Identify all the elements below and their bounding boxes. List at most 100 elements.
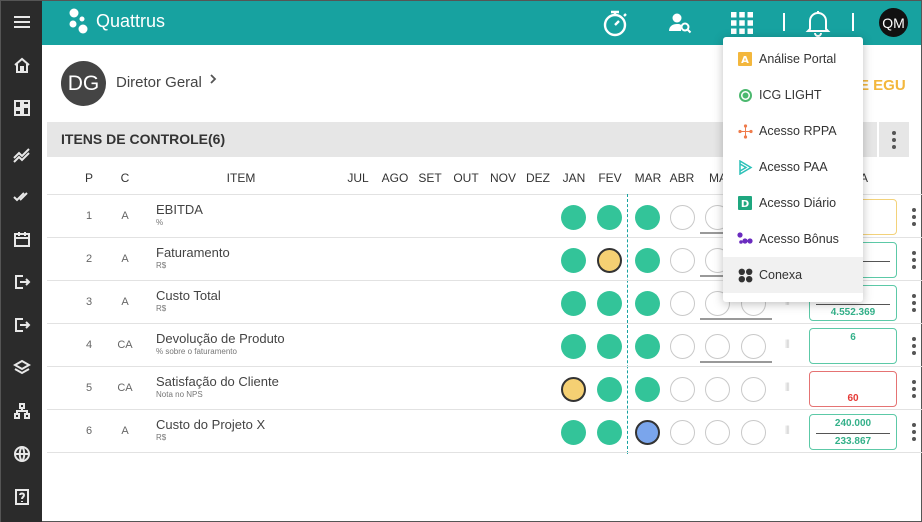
row-item-unit: R$ (156, 433, 167, 442)
row-priority: 6 (85, 424, 93, 437)
row-item-name[interactable]: Satisfação do Cliente (156, 374, 279, 389)
logout-icon[interactable] (1, 310, 42, 340)
status-dot-empty[interactable] (741, 419, 766, 445)
menu-item-acesso-rppa[interactable]: Acesso RPPA (723, 113, 863, 149)
section-more-options-icon[interactable] (879, 122, 909, 157)
col-header-month: MAR (634, 171, 662, 185)
col-header-month: FEV (598, 171, 622, 185)
chevron-right-icon[interactable] (208, 71, 218, 91)
status-dot-empty[interactable] (670, 290, 695, 316)
status-dot-fev[interactable] (597, 290, 622, 316)
row-priority: 5 (85, 381, 93, 394)
trend-chart-icon[interactable] (1, 139, 42, 169)
row-item-name[interactable]: Devolução de Produto (156, 331, 285, 346)
stopwatch-icon[interactable] (600, 1, 630, 45)
row-more-options-icon[interactable] (910, 207, 918, 226)
status-dot-fev[interactable] (597, 376, 622, 402)
row-more-options-icon[interactable] (910, 293, 918, 312)
row-more-options-icon[interactable] (910, 422, 918, 441)
row-priority: 3 (85, 295, 93, 308)
status-dot-fev[interactable] (597, 419, 622, 445)
row-item-name[interactable]: Custo Total (156, 288, 221, 303)
dashboard-icon[interactable] (1, 93, 42, 123)
attachment-icon[interactable]: ⦀ (785, 382, 790, 395)
status-dot-empty[interactable] (741, 333, 766, 359)
status-dot-empty[interactable] (670, 419, 695, 445)
menu-item-icg-light[interactable]: ICG LIGHT (723, 77, 863, 113)
divider (47, 452, 922, 453)
status-dot-empty[interactable] (670, 247, 695, 273)
help-icon[interactable] (1, 482, 42, 512)
menu-item-label: Conexa (759, 268, 803, 282)
exit-icon[interactable] (1, 267, 42, 297)
row-item-name[interactable]: EBITDA (156, 202, 203, 217)
double-check-icon[interactable] (1, 181, 42, 211)
actual-value: 60 (847, 393, 859, 404)
user-search-icon[interactable] (666, 1, 694, 45)
menu-item-acesso-bonus[interactable]: Acesso Bônus (723, 221, 863, 257)
status-dot-mar[interactable] (635, 204, 660, 230)
status-dot-empty[interactable] (705, 333, 730, 359)
status-dot-empty[interactable] (670, 376, 695, 402)
row-category: A (121, 252, 129, 265)
row-category: CA (117, 338, 133, 351)
target-box[interactable]: 60 (809, 371, 897, 407)
target-box[interactable]: 240.000 233.867 (809, 414, 897, 450)
status-dot-jan[interactable] (561, 247, 586, 273)
layers-icon[interactable] (1, 353, 42, 383)
header-right-label: E EGU (859, 77, 906, 94)
status-dot-mar[interactable] (635, 290, 660, 316)
status-dot-mar[interactable] (635, 333, 660, 359)
calendar-icon[interactable] (1, 224, 42, 254)
status-dot-empty[interactable] (670, 333, 695, 359)
menu-item-analise-portal[interactable]: A Análise Portal (723, 41, 863, 77)
status-dot-empty[interactable] (741, 376, 766, 402)
home-icon[interactable] (1, 50, 42, 80)
d-badge-icon: D (737, 195, 753, 211)
status-dot-mar[interactable] (635, 247, 660, 273)
attachment-icon[interactable]: ⦀ (785, 425, 790, 438)
status-dot-fev[interactable] (597, 204, 622, 230)
menu-item-conexa[interactable]: Conexa (723, 257, 863, 293)
section-title: ITENS DE CONTROLE(6) (61, 131, 226, 147)
user-avatar[interactable]: QM (879, 8, 908, 37)
status-dot-fev[interactable] (597, 333, 622, 359)
current-month-marker (627, 194, 628, 454)
row-item-name[interactable]: Faturamento (156, 245, 230, 260)
attachment-icon[interactable]: ⦀ (785, 339, 790, 352)
row-more-options-icon[interactable] (910, 250, 918, 269)
status-dot-jan[interactable] (561, 376, 586, 402)
icg-swirl-icon (737, 87, 753, 103)
row-category: A (121, 295, 129, 308)
status-dot-fev[interactable] (597, 247, 622, 273)
row-category: A (121, 424, 129, 437)
hamburger-menu-icon[interactable] (1, 7, 42, 37)
menu-item-label: Análise Portal (759, 52, 837, 66)
paa-play-icon (737, 159, 753, 175)
status-dot-empty[interactable] (705, 419, 730, 445)
row-more-options-icon[interactable] (910, 379, 918, 398)
status-dot-empty[interactable] (670, 204, 695, 230)
globe-icon[interactable] (1, 439, 42, 469)
col-header-month: SET (418, 171, 442, 185)
status-dot-jan[interactable] (561, 333, 586, 359)
status-dot-jan[interactable] (561, 204, 586, 230)
row-category: A (121, 209, 129, 222)
target-box[interactable]: 6 (809, 328, 897, 364)
status-dot-mar[interactable] (635, 376, 660, 402)
profile-avatar[interactable]: DG (61, 61, 106, 106)
col-header-month: JUL (347, 171, 369, 185)
status-dot-jan[interactable] (561, 419, 586, 445)
col-header-month: AGO (381, 171, 409, 185)
menu-item-acesso-diario[interactable]: D Acesso Diário (723, 185, 863, 221)
row-more-options-icon[interactable] (910, 336, 918, 355)
status-dot-jan[interactable] (561, 290, 586, 316)
row-item-name[interactable]: Custo do Projeto X (156, 417, 265, 432)
brand-logo[interactable]: Quattrus (68, 7, 165, 35)
menu-item-acesso-paa[interactable]: Acesso PAA (723, 149, 863, 185)
org-chart-icon[interactable] (1, 396, 42, 426)
profile-role[interactable]: Diretor Geral (116, 74, 202, 91)
row-item-unit: Nota no NPS (156, 390, 203, 399)
status-dot-empty[interactable] (705, 376, 730, 402)
status-dot-mar[interactable] (635, 419, 660, 445)
